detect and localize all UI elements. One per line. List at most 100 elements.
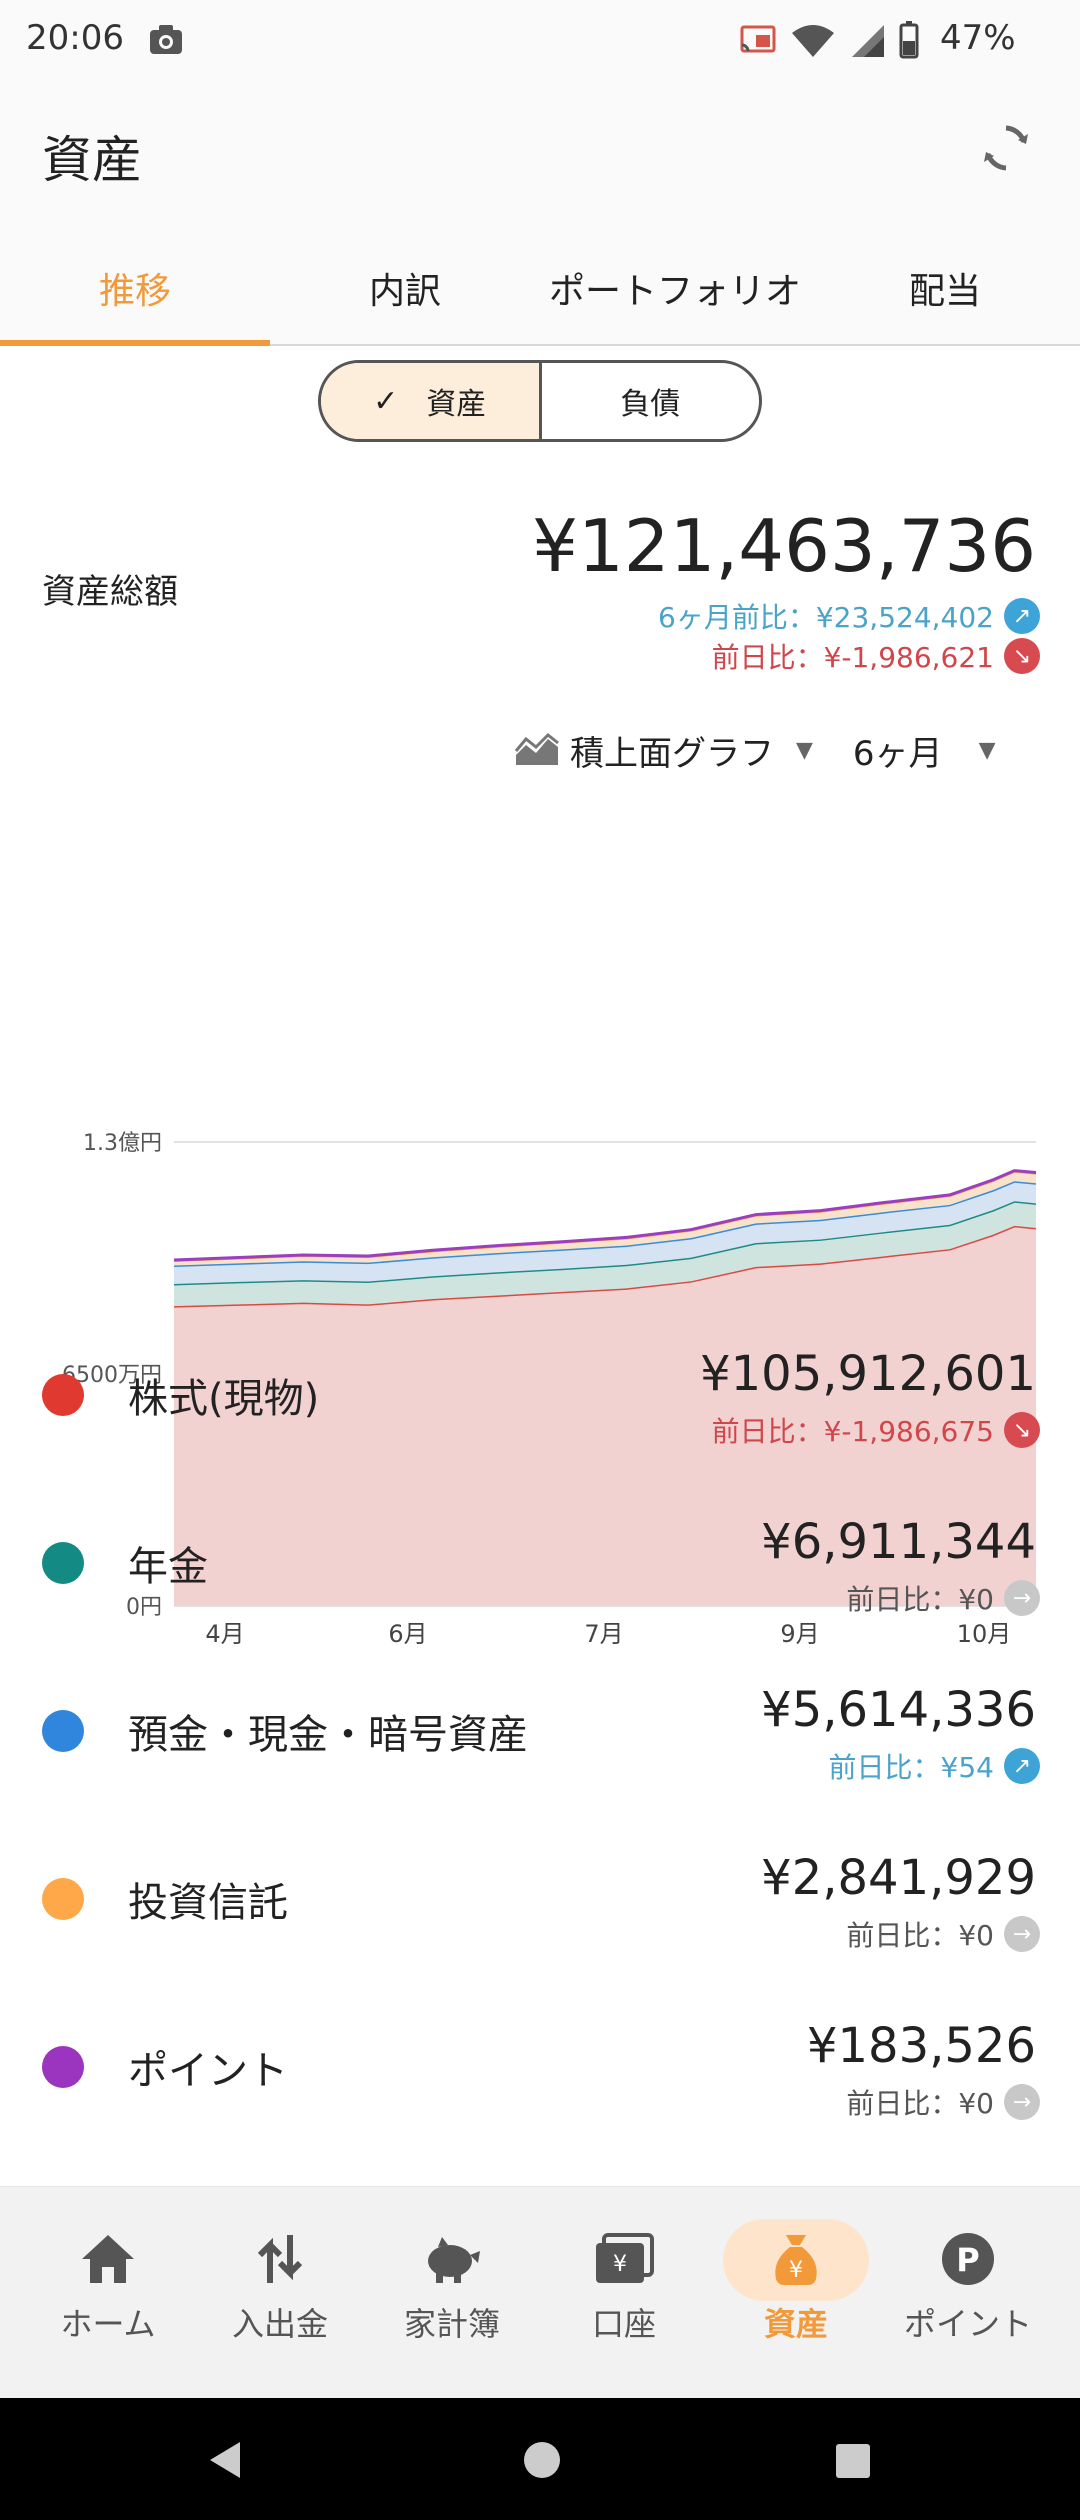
svg-text:¥: ¥ [613, 2252, 627, 2277]
bottom-nav: ホーム 入出金 家計簿 ¥ 口座 ¥ 資産 P ポイント [0, 2186, 1080, 2398]
nav-points-label: ポイント [903, 2305, 1032, 2343]
nav-assets-label: 資産 [763, 2305, 828, 2343]
asset-name: 年金 [128, 1544, 208, 1590]
asset-day-change-text: 前日比：¥-1,986,675 [711, 1415, 994, 1448]
asset-day-change-text: 前日比：¥0 [846, 1919, 994, 1952]
status-bar: 20:06 47% [0, 0, 1080, 80]
account-icon: ¥ [596, 2233, 654, 2283]
system-nav-bar [0, 2398, 1080, 2520]
asset-row[interactable]: 投資信託 ¥2,841,929 前日比：¥0 → [0, 1830, 1080, 1998]
tab-dividend[interactable]: 配当 [810, 230, 1080, 346]
day-change-text: 前日比：¥-1,986,621 [711, 641, 994, 674]
home-circle-icon[interactable] [522, 2440, 562, 2480]
point-icon: P [942, 2233, 994, 2285]
toggle-asset[interactable]: ✓ 資産 [321, 363, 542, 439]
battery-icon [899, 21, 919, 59]
transfer-icon [257, 2235, 303, 2283]
asset-color-dot [42, 2046, 84, 2088]
asset-amount: ¥6,911,344 [761, 1514, 1036, 1570]
tab-bar: 推移 内訳 ポートフォリオ 配当 [0, 230, 1080, 346]
asset-color-dot [42, 1374, 84, 1416]
nav-home[interactable]: ホーム [22, 2187, 194, 2399]
status-icons [738, 20, 920, 60]
app-bar: 資産 [0, 80, 1080, 230]
asset-name: 預金・現金・暗号資産 [128, 1712, 528, 1758]
chart-controls: 積上面グラフ ▼ 6ヶ月 ▼ [514, 722, 995, 778]
asset-day-change: 前日比：¥-1,986,675 ↘ [712, 1410, 1040, 1450]
asset-color-dot [42, 1542, 84, 1584]
tab-trend[interactable]: 推移 [0, 230, 270, 346]
status-time: 20:06 [26, 18, 124, 58]
asset-day-change-text: 前日比：¥0 [846, 1583, 994, 1616]
period-select[interactable]: 6ヶ月 [853, 726, 943, 775]
asset-name: 投資信託 [128, 1880, 288, 1926]
nav-account-label: 口座 [591, 2305, 656, 2343]
arrow-down-right-icon: ↘ [1004, 638, 1040, 674]
nav-transfer-label: 入出金 [231, 2305, 328, 2343]
total-assets-value: ¥121,463,736 [532, 504, 1036, 588]
asset-amount: ¥2,841,929 [761, 1850, 1036, 1906]
toggle-liability[interactable]: 負債 [542, 363, 760, 439]
asset-day-change-text: 前日比：¥0 [846, 2087, 994, 2120]
asset-name: ポイント [128, 2048, 288, 2094]
tab-portfolio[interactable]: ポートフォリオ [540, 230, 810, 346]
six-month-change: 6ヶ月前比：¥23,524,402 ↗ [658, 596, 1040, 636]
asset-day-change: 前日比：¥54 ↗ [829, 1746, 1040, 1786]
arrow-right-icon: → [1004, 1580, 1040, 1616]
six-month-change-text: 6ヶ月前比：¥23,524,402 [658, 601, 994, 634]
toggle-asset-label: 資産 [426, 387, 487, 422]
asset-day-change: 前日比：¥0 → [846, 2082, 1040, 2122]
nav-transfer[interactable]: 入出金 [194, 2187, 366, 2399]
svg-text:P: P [956, 2241, 979, 2279]
chart-y-tick-label: 1.3億円 [83, 1131, 162, 1156]
page-title: 資産 [42, 131, 142, 189]
signal-icon [852, 25, 884, 57]
piggy-bank-icon [428, 2237, 480, 2283]
nav-household-label: 家計簿 [403, 2305, 500, 2343]
cast-icon [740, 25, 776, 53]
camera-icon [150, 25, 182, 54]
asset-name: 株式(現物) [128, 1376, 320, 1422]
nav-points[interactable]: P ポイント [882, 2187, 1054, 2399]
recents-icon[interactable] [834, 2442, 872, 2480]
tab-breakdown[interactable]: 内訳 [270, 230, 540, 346]
arrow-up-right-icon: ↗ [1004, 1748, 1040, 1784]
toggle-liability-label: 負債 [620, 387, 681, 422]
refresh-icon[interactable] [978, 120, 1034, 176]
asset-row[interactable]: 預金・現金・暗号資産 ¥5,614,336 前日比：¥54 ↗ [0, 1662, 1080, 1830]
nav-account[interactable]: ¥ 口座 [538, 2187, 710, 2399]
asset-row[interactable]: ポイント ¥183,526 前日比：¥0 → [0, 1998, 1080, 2166]
arrow-right-icon: → [1004, 1916, 1040, 1952]
arrow-up-right-icon: ↗ [1004, 598, 1040, 634]
asset-row[interactable]: 株式(現物) ¥105,912,601 前日比：¥-1,986,675 ↘ [0, 1326, 1080, 1494]
asset-amount: ¥105,912,601 [700, 1346, 1036, 1402]
area-chart-icon [514, 733, 559, 765]
home-icon [82, 2235, 134, 2283]
asset-liability-toggle: ✓ 資産 負債 [318, 360, 762, 442]
period-dropdown-icon[interactable]: ▼ [979, 738, 996, 763]
asset-day-change: 前日比：¥0 → [846, 1578, 1040, 1618]
nav-household[interactable]: 家計簿 [366, 2187, 538, 2399]
check-icon: ✓ [373, 383, 399, 419]
asset-day-change: 前日比：¥0 → [846, 1914, 1040, 1954]
asset-amount: ¥5,614,336 [761, 1682, 1036, 1738]
nav-assets[interactable]: ¥ 資産 [710, 2187, 882, 2399]
asset-color-dot [42, 1878, 84, 1920]
asset-content: ✓ 資産 負債 資産総額 ¥121,463,736 6ヶ月前比：¥23,524,… [0, 346, 1080, 2186]
back-icon[interactable] [206, 2440, 246, 2480]
asset-bag-icon: ¥ [775, 2235, 817, 2285]
arrow-right-icon: → [1004, 2084, 1040, 2120]
asset-row[interactable]: 年金 ¥6,911,344 前日比：¥0 → [0, 1494, 1080, 1662]
asset-color-dot [42, 1710, 84, 1752]
asset-amount: ¥183,526 [806, 2018, 1036, 2074]
arrow-down-right-icon: ↘ [1004, 1412, 1040, 1448]
wifi-icon [792, 25, 834, 57]
battery-percent: 47% [940, 18, 1016, 58]
chart-type-dropdown-icon[interactable]: ▼ [796, 738, 813, 763]
svg-text:¥: ¥ [789, 2258, 803, 2283]
chart-type-select[interactable]: 積上面グラフ [570, 726, 774, 775]
day-change: 前日比：¥-1,986,621 ↘ [712, 636, 1040, 676]
total-assets-label: 資産総額 [42, 572, 178, 612]
asset-day-change-text: 前日比：¥54 [828, 1751, 994, 1784]
nav-home-label: ホーム [60, 2305, 156, 2343]
